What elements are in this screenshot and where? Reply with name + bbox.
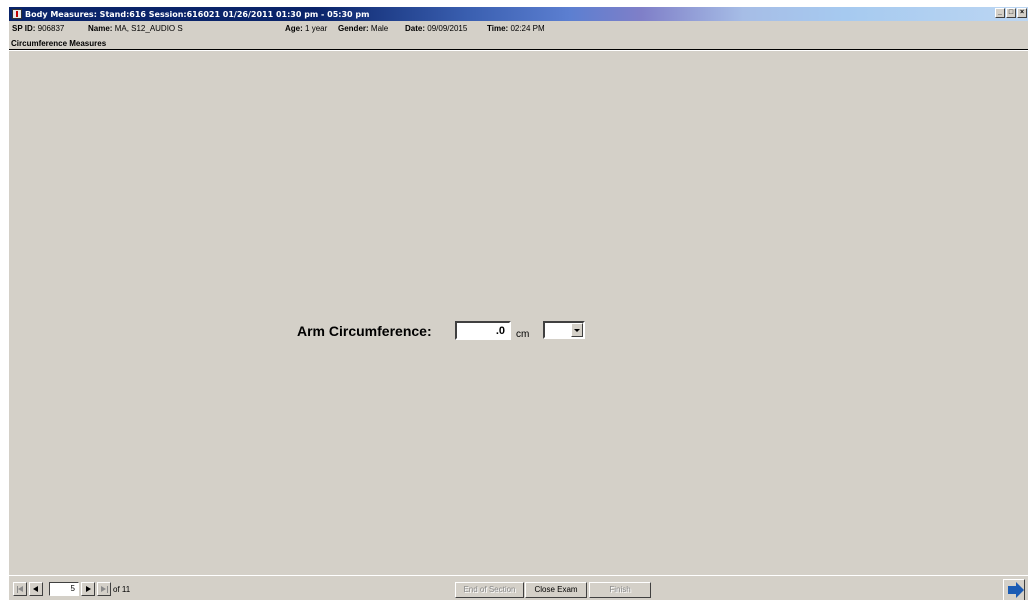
age-value: 1 year: [305, 24, 328, 33]
participant-info-bar: SP ID: 906837 Name: MA, S12_AUDIO S Age:…: [9, 21, 1028, 35]
section-title: Circumference Measures: [11, 39, 107, 48]
arm-circumference-comment-select[interactable]: [543, 321, 585, 339]
dropdown-arrow-icon[interactable]: [571, 323, 583, 337]
date-label: Date:: [405, 24, 426, 33]
title-bar[interactable]: Body Measures: Stand:616 Session:616021 …: [9, 7, 1028, 21]
close-exam-button[interactable]: Close Exam: [525, 582, 587, 598]
app-icon[interactable]: [12, 9, 22, 19]
last-page-arrow: [101, 586, 106, 592]
finish-button[interactable]: Finish: [589, 582, 651, 598]
arm-circumference-input[interactable]: .0: [455, 321, 511, 340]
date-value: 09/09/2015: [427, 24, 468, 33]
app-window: Body Measures: Stand:616 Session:616021 …: [8, 6, 1028, 600]
first-page-arrow: [18, 586, 23, 592]
end-of-section-button[interactable]: End of Section: [455, 582, 524, 598]
first-page-button[interactable]: [13, 582, 27, 596]
last-page-icon: [107, 586, 108, 593]
unit-label: cm: [516, 329, 530, 340]
next-page-button[interactable]: [81, 582, 95, 596]
participant-age: Age: 1 year: [285, 24, 327, 33]
time-value: 02:24 PM: [510, 24, 545, 33]
window-title: Body Measures: Stand:616 Session:616021 …: [25, 9, 370, 19]
participant-name: Name: MA, S12_AUDIO S: [88, 24, 183, 33]
next-page-icon: [86, 586, 91, 592]
exam-content: Arm Circumference: .0 cm: [9, 51, 1028, 575]
maximize-button[interactable]: □: [1006, 8, 1016, 18]
close-button[interactable]: ×: [1017, 8, 1027, 18]
next-arrow-head: [1016, 582, 1024, 598]
previous-page-button[interactable]: [29, 582, 43, 596]
page-count: of 11: [113, 585, 131, 594]
sp-id-value: 906837: [37, 24, 65, 33]
exam-date: Date: 09/09/2015: [405, 24, 467, 33]
name-value: MA, S12_AUDIO S: [114, 24, 183, 33]
gender-value: Male: [370, 24, 389, 33]
next-arrow-icon[interactable]: [1003, 579, 1025, 600]
exam-time: Time: 02:24 PM: [487, 24, 545, 33]
next-arrow-shaft: [1008, 586, 1016, 594]
previous-page-icon: [33, 586, 38, 592]
bottom-toolbar: 5 of 11 End of Section Close Exam Finish: [9, 575, 1028, 600]
name-label: Name:: [88, 24, 113, 33]
time-label: Time:: [487, 24, 509, 33]
arm-circumference-label: Arm Circumference:: [297, 323, 432, 339]
sp-id: SP ID: 906837: [12, 24, 64, 33]
participant-gender: Gender: Male: [338, 24, 388, 33]
age-label: Age:: [285, 24, 303, 33]
minimize-button[interactable]: _: [995, 8, 1005, 18]
window-controls: _ □ ×: [995, 8, 1027, 18]
gender-label: Gender:: [338, 24, 369, 33]
page-number-input[interactable]: 5: [49, 582, 79, 596]
last-page-button[interactable]: [97, 582, 111, 596]
sp-id-label: SP ID:: [12, 24, 36, 33]
